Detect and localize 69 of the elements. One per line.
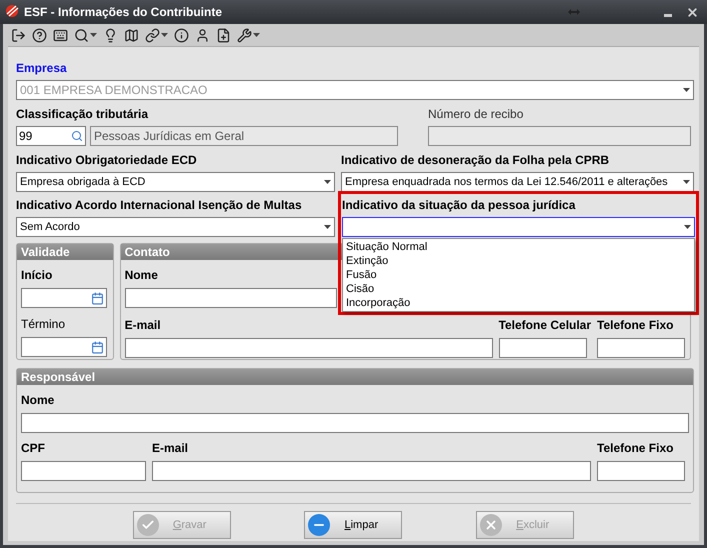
resize-icon xyxy=(568,8,580,16)
field-label: CPF xyxy=(21,440,45,457)
cpf-field[interactable] xyxy=(21,461,146,481)
field-label: Nome xyxy=(124,267,158,284)
x-icon xyxy=(480,514,502,536)
dropdown-option[interactable]: Fusão xyxy=(343,268,694,282)
email-field[interactable] xyxy=(152,461,591,481)
field-label: Indicativo de desoneração da Folha pela CPRB xyxy=(341,152,610,169)
check-icon xyxy=(136,514,159,536)
email-field[interactable] xyxy=(124,338,493,358)
caret-icon xyxy=(683,88,690,92)
caret-icon xyxy=(161,33,168,37)
lightbulb-icon[interactable] xyxy=(103,28,118,42)
search-icon[interactable] xyxy=(71,130,83,142)
field-label: Telefone Fixo xyxy=(597,440,674,457)
date-field[interactable] xyxy=(21,288,107,308)
dropdown-option[interactable]: Incorporação xyxy=(343,296,694,310)
caret-icon xyxy=(324,225,331,229)
date-field[interactable] xyxy=(21,337,107,357)
file-plus-icon[interactable] xyxy=(216,28,231,42)
action-button[interactable]: Limpar xyxy=(304,511,402,539)
app-logo-icon xyxy=(4,4,20,20)
field-label: Indicativo Obrigatoriedade ECD xyxy=(16,152,197,169)
map-icon[interactable] xyxy=(124,28,139,42)
window-title: ESF - Informações do Contribuinte xyxy=(24,4,224,21)
field-label: E-mail xyxy=(152,440,188,457)
minimize-icon[interactable] xyxy=(664,14,672,16)
field-label: Nome xyxy=(21,392,54,409)
help-icon[interactable] xyxy=(32,28,47,42)
dropdown-option[interactable]: Cisão xyxy=(343,282,694,296)
user-icon[interactable] xyxy=(195,28,210,42)
close-icon[interactable] xyxy=(686,6,699,18)
code-field[interactable]: 99 xyxy=(16,126,86,146)
name-field[interactable] xyxy=(124,288,337,308)
caret-icon xyxy=(90,33,97,37)
caret-icon xyxy=(324,180,331,184)
field-label: E-mail xyxy=(124,317,161,334)
calendar-icon[interactable] xyxy=(91,340,104,354)
wrench-icon[interactable] xyxy=(237,28,252,42)
phone-field[interactable] xyxy=(597,461,685,481)
caret-icon xyxy=(684,225,691,229)
minus-icon xyxy=(308,514,330,536)
caret-icon xyxy=(683,180,690,184)
situation-select[interactable] xyxy=(342,217,695,237)
search-icon[interactable] xyxy=(74,28,89,42)
field-label: Classificação tributária xyxy=(16,106,148,123)
calendar-icon[interactable] xyxy=(91,292,104,304)
caret-icon xyxy=(253,33,260,37)
ecd-select[interactable]: Empresa obrigada à ECD xyxy=(16,172,335,192)
field-label: Número de recibo xyxy=(428,106,524,123)
info-icon[interactable] xyxy=(174,28,189,42)
field-label: Telefone Celular xyxy=(498,317,592,334)
mobile-field[interactable] xyxy=(498,338,587,358)
panel-title: Validade xyxy=(17,244,113,260)
field-label: Término xyxy=(21,316,66,333)
exit-icon[interactable] xyxy=(11,28,26,42)
cprb-select[interactable]: Empresa enquadrada nos termos da Lei 12.546/2011 e alterações xyxy=(341,172,694,192)
link-icon[interactable] xyxy=(145,28,160,42)
field-label: Indicativo Acordo Internacional Isenção de Multas xyxy=(16,197,302,214)
field-label: Telefone Fixo xyxy=(597,317,674,334)
field-label: Indicativo da situação da pessoa jurídica xyxy=(342,197,576,214)
agreement-select[interactable]: Sem Acordo xyxy=(16,217,335,237)
name-field[interactable] xyxy=(21,413,689,433)
keyboard-icon[interactable] xyxy=(53,28,68,42)
description-field: Pessoas Jurídicas em Geral xyxy=(90,126,398,146)
field-label: Início xyxy=(21,267,52,284)
panel-title: Responsável xyxy=(17,369,693,385)
field-label: Empresa xyxy=(16,60,68,77)
phone-field[interactable] xyxy=(597,338,686,358)
